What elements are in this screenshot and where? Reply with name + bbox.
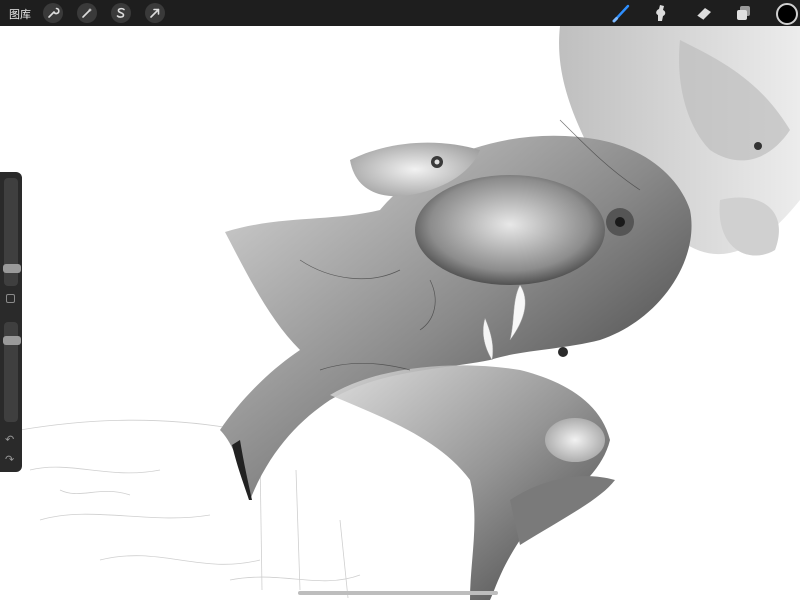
smudge-icon[interactable] [650,2,672,24]
modify-square-button[interactable] [6,294,15,303]
brush-size-slider[interactable] [3,178,21,286]
adjustments-magic-wand-icon[interactable] [77,3,97,23]
left-sidebar: ↶ ↷ [0,172,22,472]
opacity-slider[interactable] [3,322,21,422]
brush-size-slider-thumb[interactable] [3,264,21,273]
opacity-slider-thumb[interactable] [3,336,21,345]
actions-wrench-icon[interactable] [43,3,63,23]
eraser-icon[interactable] [693,2,715,24]
transform-arrow-icon[interactable] [145,3,165,23]
home-indicator [298,591,498,595]
brush-icon[interactable] [611,2,633,24]
redo-arrow-icon[interactable]: ↷ [5,454,14,465]
gallery-button[interactable]: 图库 [9,6,31,22]
selection-s-icon[interactable] [111,3,131,23]
graphite-creature-artwork [19,26,800,600]
layers-icon[interactable] [733,2,755,24]
drawing-canvas[interactable] [0,26,800,600]
color-swatch-button[interactable] [776,3,798,25]
undo-arrow-icon[interactable]: ↶ [5,434,14,445]
top-toolbar: 图库 [0,0,800,26]
